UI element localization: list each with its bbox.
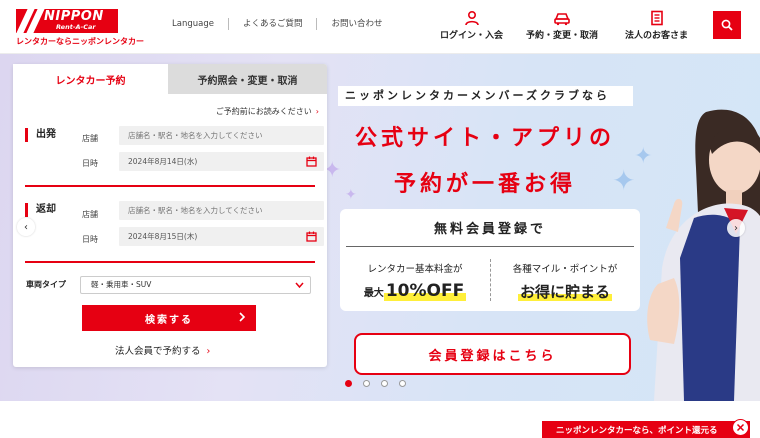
logo-sub-text: Rent-A-Car: [56, 23, 96, 31]
site-header: NIPPON Rent-A-Car レンタカーならニッポンレンタカー Langu…: [0, 0, 760, 54]
vehicle-type-label: 車両タイプ: [26, 280, 66, 289]
departure-date-field[interactable]: 2024年8月14日(水): [119, 152, 324, 171]
car-icon: [554, 13, 570, 26]
login-nav[interactable]: ログイン・入会: [440, 10, 503, 41]
section-divider: [25, 261, 315, 263]
reservation-nav[interactable]: 予約・変更・取消: [526, 10, 598, 41]
floating-points-banner[interactable]: ニッポンレンタカーなら、ポイント還元る: [542, 421, 750, 438]
member-benefits-box: 無料会員登録で レンタカー基本料金が 最大 10%OFF 各種マイル・ポイントが …: [340, 209, 640, 311]
faq-link[interactable]: よくあるご質問: [229, 18, 318, 30]
banner-close-button[interactable]: [732, 419, 749, 436]
discount-value: 最大 10%OFF: [340, 281, 490, 301]
logo-main-text: NIPPON: [44, 9, 104, 24]
departure-store-label: 店舗: [82, 134, 98, 143]
points-label: 各種マイル・ポイントが: [512, 264, 618, 275]
tab-reservation-inquiry[interactable]: 予約照会・変更・取消: [168, 64, 327, 94]
corporate-label: 法人のお客さま: [625, 31, 689, 41]
promo-title-line2: 予約が一番お得: [393, 172, 576, 197]
chevron-right-icon: [239, 312, 246, 322]
contact-link[interactable]: お問い合わせ: [317, 18, 396, 30]
search-submit-label: 検索する: [145, 314, 193, 326]
logo[interactable]: NIPPON Rent-A-Car レンタカーならニッポンレンタカー: [16, 9, 144, 47]
corporate-reserve-label: 法人会員で予約する: [115, 346, 201, 357]
member-divider: [346, 246, 634, 247]
member-title: 無料会員登録で: [433, 222, 546, 237]
notice-link[interactable]: ご予約前にお読みください ›: [216, 106, 319, 117]
carousel-dot[interactable]: [345, 380, 352, 387]
chevron-right-icon: ›: [315, 107, 319, 116]
departure-store-input[interactable]: [119, 126, 324, 145]
reservation-label: 予約・変更・取消: [526, 31, 599, 41]
carousel-prev-button[interactable]: ‹: [17, 218, 35, 236]
search-icon: [721, 19, 733, 31]
carousel-dot[interactable]: [363, 380, 370, 387]
return-title: 返却: [25, 203, 65, 217]
corporate-reserve-link[interactable]: 法人会員で予約する ›: [115, 343, 210, 357]
building-icon: [650, 10, 663, 26]
corporate-nav[interactable]: 法人のお客さま: [625, 10, 688, 41]
chevron-down-icon: [295, 282, 304, 289]
calendar-icon: [306, 156, 317, 167]
return-store-input[interactable]: [119, 201, 324, 220]
tab-rental-reservation[interactable]: レンタカー予約: [13, 64, 168, 94]
carousel-next-button[interactable]: ›: [727, 219, 745, 237]
departure-title: 出発: [25, 128, 65, 142]
departure-date-label: 日時: [82, 159, 98, 168]
vehicle-type-value: 軽・乗用車・SUV: [91, 280, 152, 289]
discount-label: レンタカー基本料金が: [367, 264, 463, 275]
user-icon: [464, 10, 479, 26]
return-store-label: 店舗: [82, 210, 98, 219]
model-image: [640, 108, 760, 401]
return-date-value: 2024年8月15日(木): [128, 232, 198, 241]
discount-prefix: 最大: [363, 288, 384, 299]
carousel-dot[interactable]: [399, 380, 406, 387]
chevron-right-icon: ›: [206, 346, 211, 357]
departure-date-value: 2024年8月14日(水): [128, 157, 198, 166]
search-button[interactable]: [713, 11, 741, 39]
vehicle-type-select[interactable]: 軽・乗用車・SUV: [80, 276, 311, 294]
language-link[interactable]: Language: [160, 18, 229, 30]
carousel-dots: [345, 380, 406, 387]
carousel-dot[interactable]: [381, 380, 388, 387]
close-icon: [736, 423, 745, 432]
return-date-field[interactable]: 2024年8月15日(木): [119, 227, 324, 246]
promo-title-line1: 公式サイト・アプリの: [354, 126, 615, 151]
points-value: お得に貯まる: [490, 281, 640, 302]
logo-mark: NIPPON Rent-A-Car: [16, 9, 118, 33]
promo-headline: ニッポンレンタカーメンバーズクラブなら: [338, 86, 633, 106]
calendar-icon: [306, 231, 317, 242]
search-submit-button[interactable]: 検索する: [82, 305, 256, 331]
utility-links: Language よくあるご質問 お問い合わせ: [160, 18, 396, 30]
register-button[interactable]: 会員登録はこちら: [354, 333, 631, 375]
login-label: ログイン・入会: [440, 31, 504, 41]
return-date-label: 日時: [82, 235, 98, 244]
chevron-left-icon: ‹: [24, 221, 28, 233]
section-divider: [25, 185, 315, 187]
logo-tagline: レンタカーならニッポンレンタカー: [16, 37, 144, 46]
discount-amount: 10%OFF: [383, 281, 467, 301]
points-text: お得に貯まる: [517, 283, 612, 301]
chevron-right-icon: ›: [734, 222, 738, 234]
notice-text: ご予約前にお読みください: [215, 107, 312, 116]
